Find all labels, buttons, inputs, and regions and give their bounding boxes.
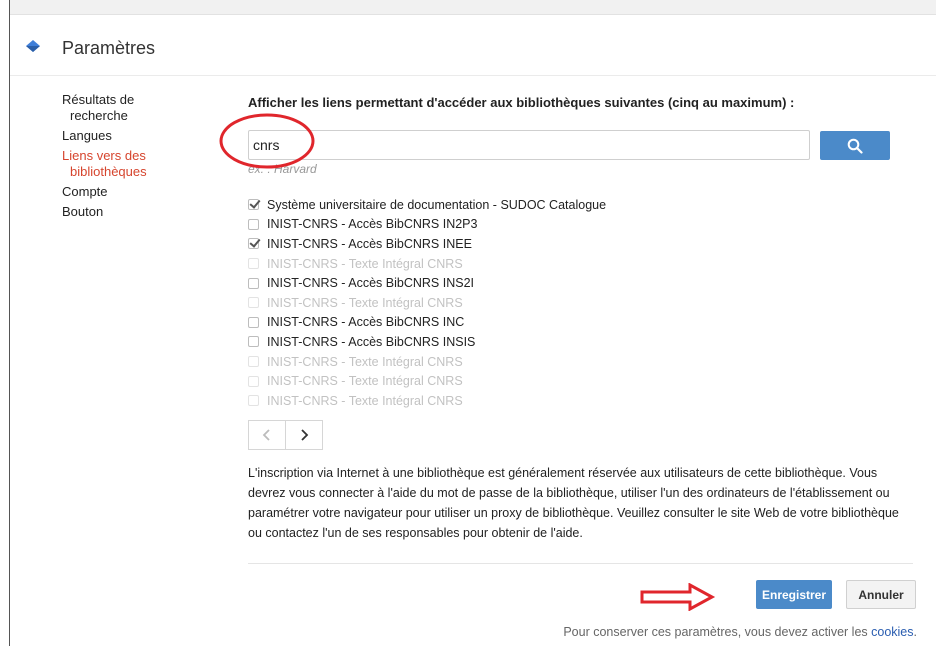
library-label: INIST-CNRS - Texte Intégral CNRS: [267, 393, 463, 408]
library-checkbox[interactable]: [248, 218, 259, 230]
previous-page-button[interactable]: [248, 420, 285, 450]
cookies-link[interactable]: cookies: [871, 625, 913, 639]
library-label: INIST-CNRS - Accès BibCNRS INC: [267, 315, 465, 330]
library-label: INIST-CNRS - Accès BibCNRS INSIS: [267, 334, 476, 349]
library-list: Système universitaire de documentation -…: [248, 195, 848, 411]
sidebar-item-account[interactable]: Compte: [62, 184, 192, 200]
library-label: INIST-CNRS - Accès BibCNRS INS2I: [267, 276, 474, 291]
sidebar-item-button[interactable]: Bouton: [62, 204, 192, 220]
sidebar-item-label-cont: recherche: [70, 108, 128, 123]
library-label: INIST-CNRS - Texte Intégral CNRS: [267, 256, 463, 271]
library-checkbox-disabled: [248, 297, 259, 309]
search-icon: [847, 138, 863, 154]
library-item-disabled: INIST-CNRS - Texte Intégral CNRS: [248, 352, 848, 372]
library-checkbox[interactable]: [248, 238, 259, 250]
sidebar-item-label: Liens vers des: [62, 148, 146, 163]
save-button[interactable]: Enregistrer: [756, 580, 832, 609]
library-checkbox-disabled: [248, 258, 259, 270]
sidebar-item-search-results[interactable]: Résultats de recherche: [62, 92, 192, 124]
sidebar-item-label: Compte: [62, 184, 108, 199]
sidebar-item-label-cont: bibliothèques: [70, 164, 147, 179]
library-item[interactable]: INIST-CNRS - Accès BibCNRS INEE: [248, 234, 848, 254]
pagination: [248, 420, 323, 450]
chevron-left-icon: [262, 429, 270, 441]
library-item[interactable]: INIST-CNRS - Accès BibCNRS IN2P3: [248, 215, 848, 235]
sidebar-item-label: Langues: [62, 128, 112, 143]
library-item-disabled: INIST-CNRS - Texte Intégral CNRS: [248, 293, 848, 313]
library-item[interactable]: Système universitaire de documentation -…: [248, 195, 848, 215]
info-paragraph: L'inscription via Internet à une bibliot…: [248, 466, 899, 540]
library-checkbox[interactable]: [248, 199, 259, 211]
section-heading: Afficher les liens permettant d'accéder …: [248, 95, 795, 110]
library-label: Système universitaire de documentation -…: [267, 197, 607, 212]
library-checkbox[interactable]: [248, 277, 259, 289]
scholar-logo-icon[interactable]: [26, 40, 40, 54]
library-checkbox-disabled: [248, 395, 259, 407]
library-item-disabled: INIST-CNRS - Texte Intégral CNRS: [248, 391, 848, 411]
library-checkbox-disabled: [248, 375, 259, 387]
next-page-button[interactable]: [285, 420, 323, 450]
sidebar-item-label: Bouton: [62, 204, 104, 219]
cookies-notice-end: .: [913, 625, 917, 639]
library-item-disabled: INIST-CNRS - Texte Intégral CNRS: [248, 254, 848, 274]
sidebar-item-label: Résultats de: [62, 92, 135, 107]
library-checkbox[interactable]: [248, 336, 259, 348]
library-item[interactable]: INIST-CNRS - Accès BibCNRS INS2I: [248, 273, 848, 293]
top-bar: [10, 0, 936, 15]
annotation-red-circle: [219, 113, 315, 169]
chevron-right-icon: [301, 429, 309, 441]
window-left-border: [0, 0, 10, 646]
library-label: INIST-CNRS - Accès BibCNRS IN2P3: [267, 217, 478, 232]
cookies-notice-text: Pour conserver ces paramètres, vous deve…: [563, 625, 868, 639]
library-checkbox-disabled: [248, 356, 259, 368]
library-label: INIST-CNRS - Accès BibCNRS INEE: [267, 236, 472, 251]
cookies-notice: Pour conserver ces paramètres, vous deve…: [563, 625, 917, 639]
divider: [248, 563, 913, 564]
page-title: Paramètres: [62, 38, 156, 58]
library-item[interactable]: INIST-CNRS - Accès BibCNRS INC: [248, 313, 848, 333]
cancel-button[interactable]: Annuler: [846, 580, 916, 609]
library-label: INIST-CNRS - Texte Intégral CNRS: [267, 295, 463, 310]
sidebar-item-languages[interactable]: Langues: [62, 128, 192, 144]
settings-sidebar: Résultats de recherche Langues Liens ver…: [62, 92, 192, 220]
annotation-red-arrow: [640, 583, 716, 611]
library-label: INIST-CNRS - Texte Intégral CNRS: [267, 354, 463, 369]
library-item[interactable]: INIST-CNRS - Accès BibCNRS INSIS: [248, 332, 848, 352]
library-search-input[interactable]: [248, 130, 810, 160]
search-button[interactable]: [820, 131, 890, 160]
library-label: INIST-CNRS - Texte Intégral CNRS: [267, 374, 463, 389]
library-item-disabled: INIST-CNRS - Texte Intégral CNRS: [248, 371, 848, 391]
sidebar-item-library-links[interactable]: Liens vers des bibliothèques: [62, 148, 192, 180]
library-checkbox[interactable]: [248, 316, 259, 328]
